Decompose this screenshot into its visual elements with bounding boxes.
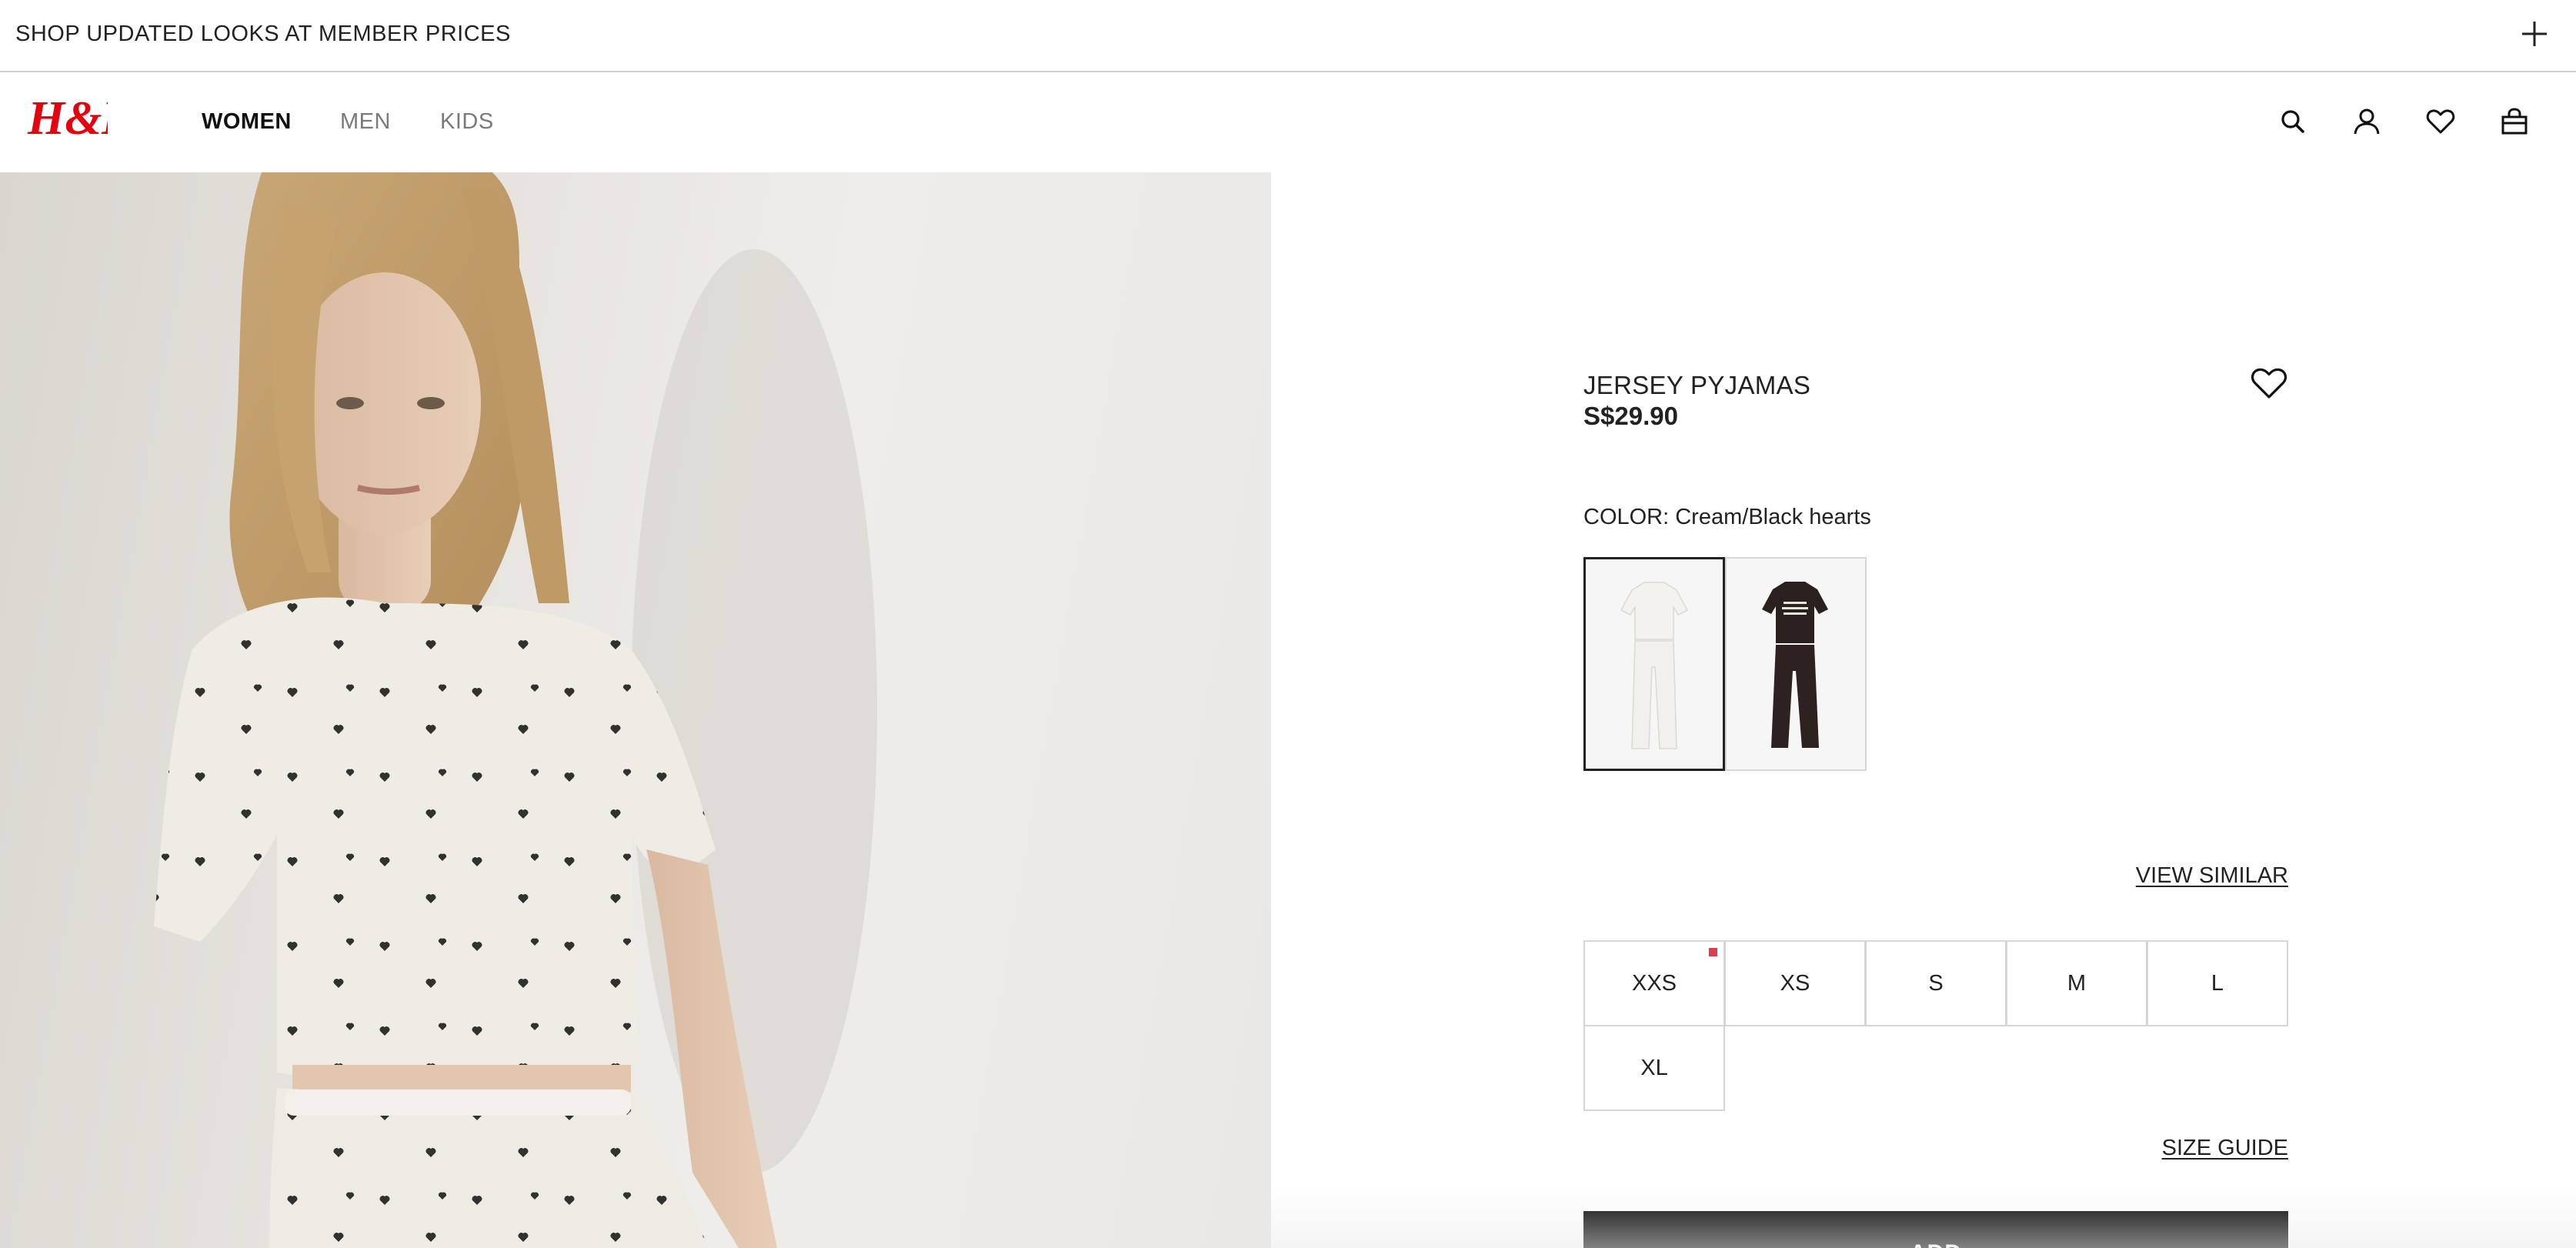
size-option-xl[interactable]: XL <box>1583 1025 1725 1111</box>
svg-text:H&M: H&M <box>27 92 108 145</box>
product-image[interactable] <box>0 172 1271 1248</box>
low-stock-indicator <box>1709 948 1717 956</box>
model-photo <box>154 172 877 1248</box>
bag-icon[interactable] <box>2499 106 2530 137</box>
color-label: COLOR: Cream/Black hearts <box>1583 505 1871 529</box>
view-similar-link[interactable]: VIEW SIMILAR <box>2136 863 2288 889</box>
promo-text[interactable]: SHOP UPDATED LOOKS AT MEMBER PRICES <box>15 22 511 47</box>
size-label: M <box>2067 970 2087 996</box>
nav-women[interactable]: WOMEN <box>202 109 292 135</box>
size-label: XXS <box>1631 970 1677 996</box>
size-label: XS <box>1780 970 1810 996</box>
size-option-l[interactable]: L <box>2147 940 2288 1026</box>
dark-pyjamas-thumbnail <box>1762 582 1828 748</box>
search-icon[interactable] <box>2277 106 2308 137</box>
favorites-icon[interactable] <box>2425 106 2456 137</box>
size-label: L <box>2211 970 2224 996</box>
nav-kids[interactable]: KIDS <box>440 109 494 135</box>
product-price: S$29.90 <box>1583 402 1678 430</box>
size-guide-link[interactable]: SIZE GUIDE <box>2162 1136 2288 1161</box>
hm-logo[interactable]: H&M <box>26 91 108 145</box>
size-option-m[interactable]: M <box>2006 940 2147 1026</box>
promo-banner[interactable]: SHOP UPDATED LOOKS AT MEMBER PRICES <box>0 0 2576 72</box>
add-to-bag-button[interactable]: ADD <box>1583 1211 2288 1248</box>
nav-men[interactable]: MEN <box>340 109 391 135</box>
cream-pyjamas-thumbnail <box>1620 582 1689 749</box>
size-option-xxs[interactable]: XXS <box>1583 940 1725 1026</box>
color-swatch-cream[interactable] <box>1583 557 1725 771</box>
product-title: JERSEY PYJAMAS <box>1583 371 1811 399</box>
favorite-heart-icon[interactable] <box>2250 365 2288 400</box>
plus-icon[interactable] <box>2519 18 2550 49</box>
size-label: S <box>1928 970 1944 996</box>
size-option-xs[interactable]: XS <box>1724 940 1866 1026</box>
account-icon[interactable] <box>2351 106 2382 137</box>
size-option-s[interactable]: S <box>1865 940 2007 1026</box>
site-header: H&M WOMEN MEN KIDS <box>0 74 2576 172</box>
size-label: XL <box>1640 1055 1668 1080</box>
color-swatch-dark[interactable] <box>1725 557 1867 771</box>
